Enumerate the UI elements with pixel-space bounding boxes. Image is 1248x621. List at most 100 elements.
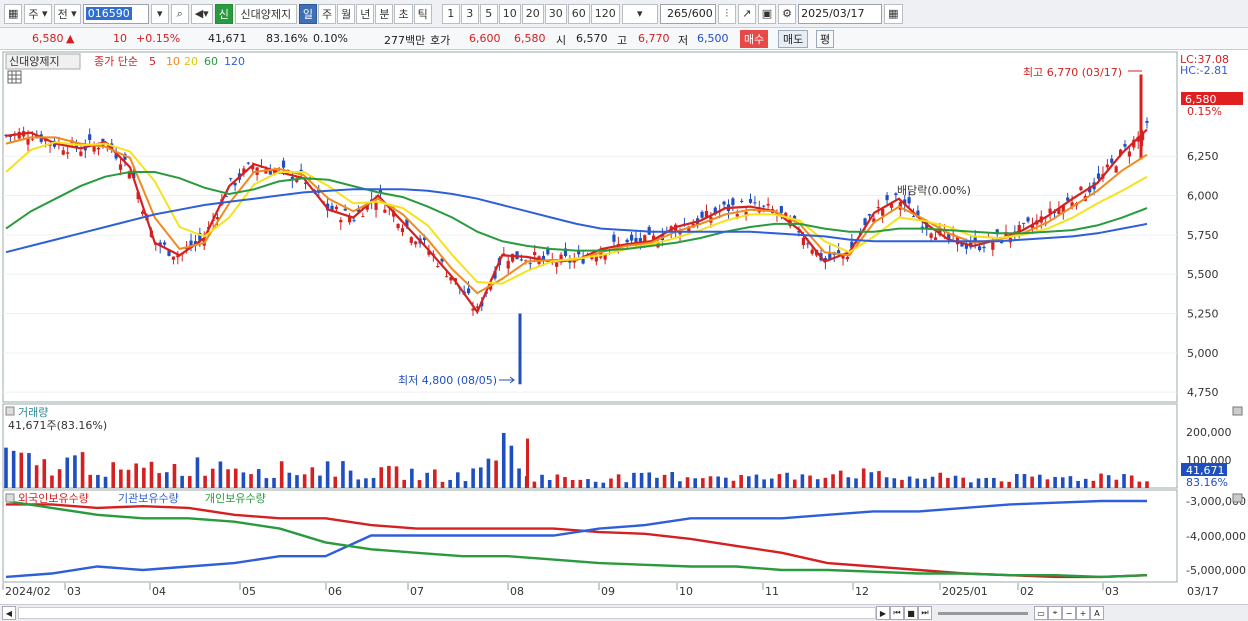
- last-icon[interactable]: ⏭: [918, 606, 932, 620]
- volume-close-icon[interactable]: [1232, 406, 1243, 416]
- volume-bar: [1060, 477, 1065, 488]
- crosshair-icon[interactable]: ⌖: [1048, 606, 1062, 620]
- volume-bar: [1129, 475, 1134, 488]
- price-tick-label: 5,250: [1187, 308, 1219, 321]
- candle-body: [625, 239, 629, 243]
- volume-bar: [157, 473, 161, 488]
- candle-body: [982, 246, 986, 249]
- volume-bar: [532, 481, 537, 488]
- scroll-right-icon[interactable]: ▶: [876, 606, 890, 620]
- period-tab-1[interactable]: 주: [317, 3, 337, 24]
- volume-bar: [134, 463, 138, 488]
- gear-icon[interactable]: ⚙: [778, 3, 797, 24]
- volume-settings-icon[interactable]: [5, 406, 15, 416]
- candle-body: [933, 237, 938, 240]
- volume-bar: [486, 458, 491, 488]
- interval-tab-30[interactable]: 30: [544, 3, 567, 24]
- avg-button[interactable]: 평: [816, 30, 835, 48]
- scroll-left-icon[interactable]: ◀: [2, 606, 16, 620]
- period-tab-2[interactable]: 월: [337, 3, 356, 24]
- period-tab-3[interactable]: 년: [356, 3, 375, 24]
- chart-svg[interactable]: 6,250 6,000 5,750 5,500 5,250 5,000 4,750 2024…: [0, 50, 1248, 604]
- search-icon[interactable]: ⌕: [170, 3, 189, 24]
- candle-body: [762, 205, 766, 207]
- volume-bar: [739, 475, 743, 488]
- interval-tab-10[interactable]: 10: [498, 3, 521, 24]
- holding-close-icon[interactable]: [1232, 493, 1243, 503]
- layout-icon[interactable]: ▦: [4, 3, 23, 24]
- table-icon[interactable]: [7, 70, 22, 84]
- period-tab-5[interactable]: 초: [394, 3, 413, 24]
- speaker-icon[interactable]: ◀▾: [190, 3, 213, 24]
- period-tab-0[interactable]: 일: [298, 3, 317, 24]
- candle-body: [374, 202, 378, 210]
- candle-body: [1127, 151, 1131, 157]
- low-annotation: 최저 4,800 (08/05): [398, 374, 497, 387]
- candle-body: [268, 170, 272, 175]
- price-tick-label: 4,750: [1187, 386, 1219, 399]
- volume-bar: [111, 462, 116, 488]
- buy-button[interactable]: 매수: [740, 30, 769, 48]
- interval-dropdown[interactable]: ▾: [621, 3, 658, 24]
- volume-bar: [938, 472, 943, 488]
- sell-button[interactable]: 매도: [778, 30, 809, 48]
- count-input[interactable]: 265/600: [659, 3, 716, 24]
- zoom-out-icon[interactable]: −: [1062, 606, 1076, 620]
- interval-tab-20[interactable]: 20: [521, 3, 544, 24]
- candle-body: [409, 237, 413, 243]
- candle-body: [991, 242, 995, 250]
- zoom-slider[interactable]: [938, 611, 1028, 615]
- candle-body: [96, 147, 101, 150]
- moving-averages: [5, 128, 1148, 315]
- individual-holding-legend: 개인보유수량: [205, 492, 266, 505]
- volume-bar: [433, 469, 437, 488]
- stop-icon[interactable]: ■: [904, 606, 918, 620]
- volume-bar: [348, 470, 353, 488]
- x-axis-label: 06: [328, 585, 342, 598]
- candle-body: [162, 242, 167, 245]
- period-tab-4[interactable]: 분: [375, 3, 394, 24]
- toolbar: ▦ 주 ▾ 전 ▾ 016590 ▾ ⌕ ◀▾ 신 신대양제지 일주월년분초틱 …: [0, 0, 1248, 28]
- volume-bar: [410, 468, 414, 488]
- x-axis-label: 07: [410, 585, 424, 598]
- volume-bar: [448, 479, 452, 488]
- volume-bar: [19, 452, 24, 488]
- date-input[interactable]: 2025/03/17: [798, 3, 883, 24]
- period-tab-6[interactable]: 틱: [413, 3, 432, 24]
- volume-bar: [762, 479, 766, 488]
- candle-body: [753, 202, 757, 204]
- interval-tab-120[interactable]: 120: [590, 3, 620, 24]
- price-tick-label: 6,000: [1187, 190, 1219, 203]
- interval-tab-3[interactable]: 3: [460, 3, 479, 24]
- volume-bar: [302, 474, 307, 488]
- volume-bar: [1022, 474, 1027, 488]
- holding-tick-5m: -5,000,000: [1186, 564, 1246, 577]
- drawing-tools-icon[interactable]: ▭: [1034, 606, 1048, 620]
- holding-settings-icon[interactable]: [5, 493, 15, 503]
- stock-code-input[interactable]: 016590: [82, 3, 149, 24]
- candles: [4, 74, 1149, 385]
- volume-bar: [42, 459, 47, 488]
- candle-body: [528, 263, 532, 265]
- type-select[interactable]: 주 ▾: [24, 3, 52, 24]
- code-dropdown-icon[interactable]: ▾: [150, 3, 169, 24]
- font-icon[interactable]: A: [1090, 606, 1104, 620]
- volume-bar: [639, 472, 644, 488]
- save-icon[interactable]: ▣: [757, 3, 777, 24]
- type2-select[interactable]: 전 ▾: [53, 3, 81, 24]
- volume-bar: [754, 474, 759, 488]
- interval-tab-1[interactable]: 1: [441, 3, 460, 24]
- candle-body: [977, 246, 982, 251]
- price-tick-label: 5,750: [1187, 229, 1219, 242]
- drawing-icon[interactable]: ↗: [737, 3, 756, 24]
- scroll-track[interactable]: [18, 607, 876, 619]
- interval-tab-5[interactable]: 5: [479, 3, 498, 24]
- indicator-icon[interactable]: ⫶: [717, 3, 736, 24]
- calendar-icon[interactable]: ▦: [884, 3, 903, 24]
- high-price: 6,770: [638, 32, 670, 45]
- interval-tab-60[interactable]: 60: [567, 3, 590, 24]
- zoom-in-icon[interactable]: +: [1076, 606, 1090, 620]
- volume-bar: [701, 478, 705, 488]
- volume-bar: [1137, 481, 1142, 488]
- first-icon[interactable]: ⏮: [890, 606, 904, 620]
